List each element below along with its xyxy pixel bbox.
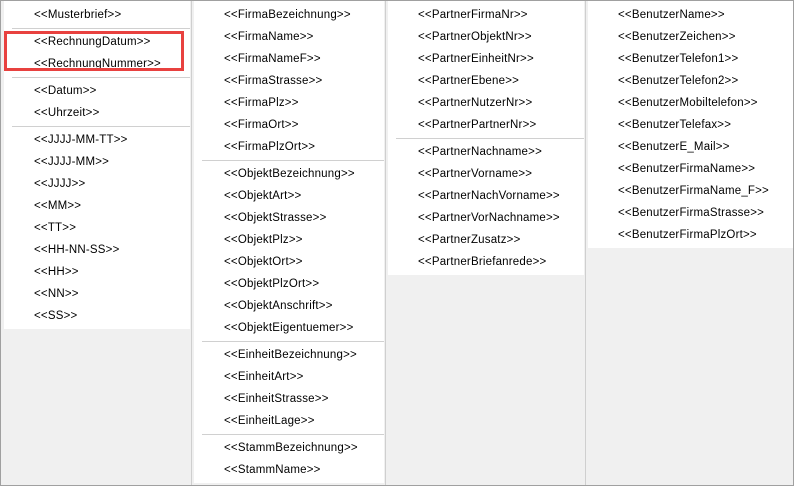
placeholder-item[interactable]: <<BenutzerTelefax>> xyxy=(588,114,793,136)
placeholder-item[interactable]: <<BenutzerTelefon1>> xyxy=(588,48,793,70)
placeholder-item[interactable]: <<BenutzerFirmaPlzOrt>> xyxy=(588,224,793,246)
placeholder-item[interactable]: <<ObjektOrt>> xyxy=(194,251,384,273)
placeholder-item[interactable]: <<RechnungDatum>> xyxy=(4,31,190,53)
placeholder-item[interactable]: <<RechnungNummer>> xyxy=(4,53,190,75)
placeholder-item[interactable]: <<PartnerVorname>> xyxy=(388,163,584,185)
placeholder-item[interactable]: <<FirmaName>> xyxy=(194,26,384,48)
placeholder-item[interactable]: <<PartnerEbene>> xyxy=(388,70,584,92)
placeholder-item[interactable]: <<EinheitLage>> xyxy=(194,410,384,432)
placeholder-item[interactable]: <<BenutzerE_Mail>> xyxy=(588,136,793,158)
placeholder-item[interactable]: <<StammName>> xyxy=(194,459,384,481)
placeholder-item[interactable]: <<NN>> xyxy=(4,283,190,305)
group-divider xyxy=(12,77,190,78)
group-divider xyxy=(12,126,190,127)
placeholder-item[interactable]: <<BenutzerFirmaStrasse>> xyxy=(588,202,793,224)
placeholder-item[interactable]: <<PartnerVorNachname>> xyxy=(388,207,584,229)
placeholder-item[interactable]: <<PartnerNutzerNr>> xyxy=(388,92,584,114)
column-divider xyxy=(191,1,192,485)
placeholder-item[interactable]: <<ObjektPlzOrt>> xyxy=(194,273,384,295)
placeholder-item[interactable]: <<BenutzerZeichen>> xyxy=(588,26,793,48)
placeholder-item[interactable]: <<ObjektBezeichnung>> xyxy=(194,163,384,185)
group-divider xyxy=(202,160,384,161)
placeholder-item[interactable]: <<ObjektAnschrift>> xyxy=(194,295,384,317)
placeholder-item[interactable]: <<ObjektPlz>> xyxy=(194,229,384,251)
column-divider xyxy=(585,1,586,485)
placeholder-list: <<BenutzerName>> <<BenutzerZeichen>> <<Ben… xyxy=(588,1,793,248)
placeholder-item[interactable]: <<Datum>> xyxy=(4,80,190,102)
placeholder-list: <<Musterbrief>> <<RechnungDatum>> <<Rechnu… xyxy=(4,1,190,329)
placeholder-item[interactable]: <<FirmaOrt>> xyxy=(194,114,384,136)
placeholder-column-1: <<Musterbrief>> <<RechnungDatum>> <<Rechnu… xyxy=(4,1,190,329)
placeholder-item[interactable]: <<PartnerObjektNr>> xyxy=(388,26,584,48)
placeholder-column-2: <<FirmaBezeichnung>> <<FirmaName>> <<Firma… xyxy=(194,1,384,483)
placeholder-item[interactable]: <<PartnerBriefanrede>> xyxy=(388,251,584,273)
placeholder-item[interactable]: <<HH>> xyxy=(4,261,190,283)
group-divider xyxy=(202,341,384,342)
placeholder-item[interactable]: <<ObjektStrasse>> xyxy=(194,207,384,229)
placeholder-item[interactable]: <<PartnerPartnerNr>> xyxy=(388,114,584,136)
placeholder-item[interactable]: <<PartnerEinheitNr>> xyxy=(388,48,584,70)
placeholder-item[interactable]: <<EinheitArt>> xyxy=(194,366,384,388)
placeholder-item[interactable]: <<PartnerZusatz>> xyxy=(388,229,584,251)
placeholder-item[interactable]: <<FirmaStrasse>> xyxy=(194,70,384,92)
placeholder-item[interactable]: <<PartnerFirmaNr>> xyxy=(388,4,584,26)
placeholder-item[interactable]: <<BenutzerFirmaName>> xyxy=(588,158,793,180)
placeholder-item[interactable]: <<BenutzerName>> xyxy=(588,4,793,26)
placeholder-item[interactable]: <<JJJJ-MM-TT>> xyxy=(4,129,190,151)
placeholder-item[interactable]: <<BenutzerTelefon2>> xyxy=(588,70,793,92)
placeholder-list: <<PartnerFirmaNr>> <<PartnerObjektNr>> <<P… xyxy=(388,1,584,275)
placeholder-item[interactable]: <<BenutzerMobiltelefon>> xyxy=(588,92,793,114)
placeholder-column-3: <<PartnerFirmaNr>> <<PartnerObjektNr>> <<P… xyxy=(388,1,584,275)
placeholder-item[interactable]: <<FirmaPlzOrt>> xyxy=(194,136,384,158)
placeholder-item[interactable]: <<PartnerNachname>> xyxy=(388,141,584,163)
placeholder-item[interactable]: <<JJJJ-MM>> xyxy=(4,151,190,173)
placeholder-picker-panel: <<Musterbrief>> <<RechnungDatum>> <<Rechnu… xyxy=(0,0,794,486)
placeholder-item[interactable]: <<EinheitBezeichnung>> xyxy=(194,344,384,366)
placeholder-item[interactable]: <<SS>> xyxy=(4,305,190,327)
placeholder-list: <<FirmaBezeichnung>> <<FirmaName>> <<Firma… xyxy=(194,1,384,483)
placeholder-item[interactable]: <<ObjektArt>> xyxy=(194,185,384,207)
placeholder-item[interactable]: <<HH-NN-SS>> xyxy=(4,239,190,261)
placeholder-item[interactable]: <<ObjektEigentuemer>> xyxy=(194,317,384,339)
group-divider xyxy=(396,138,584,139)
placeholder-item[interactable]: <<Musterbrief>> xyxy=(4,4,190,26)
group-divider xyxy=(12,28,190,29)
group-divider xyxy=(202,434,384,435)
placeholder-item[interactable]: <<TT>> xyxy=(4,217,190,239)
placeholder-column-4: <<BenutzerName>> <<BenutzerZeichen>> <<Ben… xyxy=(588,1,793,248)
placeholder-item[interactable]: <<JJJJ>> xyxy=(4,173,190,195)
placeholder-item[interactable]: <<FirmaPlz>> xyxy=(194,92,384,114)
placeholder-item[interactable]: <<FirmaNameF>> xyxy=(194,48,384,70)
placeholder-item[interactable]: <<BenutzerFirmaName_F>> xyxy=(588,180,793,202)
placeholder-item[interactable]: <<EinheitStrasse>> xyxy=(194,388,384,410)
column-divider xyxy=(385,1,386,485)
placeholder-item[interactable]: <<FirmaBezeichnung>> xyxy=(194,4,384,26)
placeholder-item[interactable]: <<Uhrzeit>> xyxy=(4,102,190,124)
placeholder-item[interactable]: <<PartnerNachVorname>> xyxy=(388,185,584,207)
placeholder-item[interactable]: <<StammBezeichnung>> xyxy=(194,437,384,459)
placeholder-item[interactable]: <<MM>> xyxy=(4,195,190,217)
